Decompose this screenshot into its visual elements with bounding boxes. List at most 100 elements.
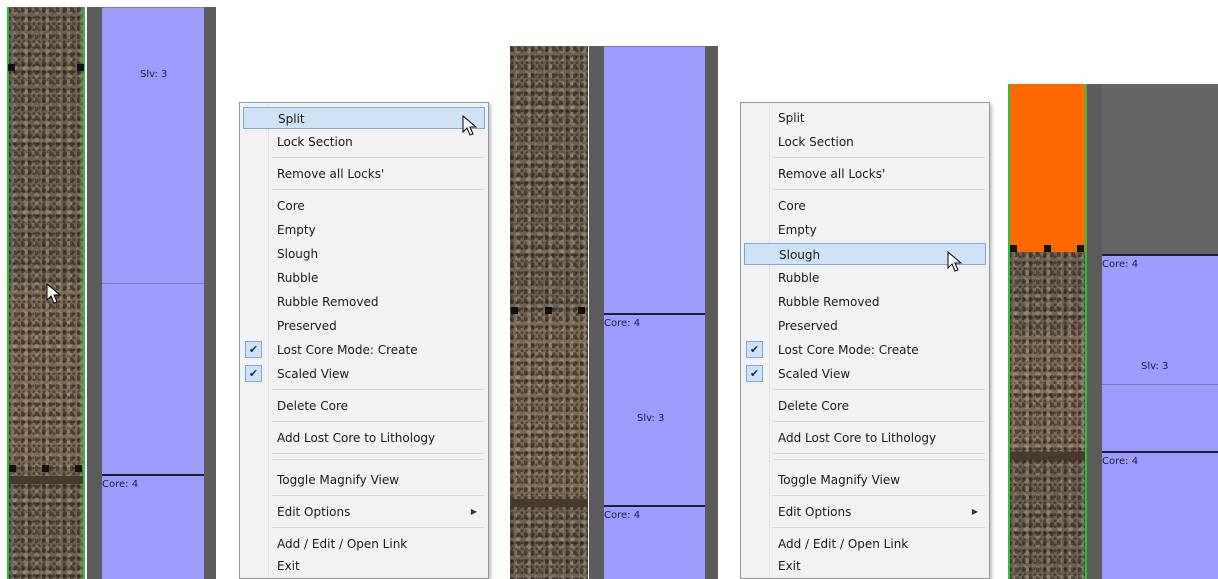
menu-item-edit-options[interactable]: Edit Options ▶	[243, 501, 485, 523]
menu-separator	[272, 189, 484, 190]
menu-item-delete-core[interactable]: Delete Core	[243, 395, 485, 417]
menu-item-label: Lock Section	[778, 135, 854, 149]
menu-item-exit[interactable]: Exit	[744, 555, 986, 577]
lock-marker	[8, 64, 15, 71]
menu-item-rubble[interactable]: Rubble	[243, 267, 485, 289]
menu-item-label: Rubble Removed	[778, 295, 880, 309]
menu-item-rubble-removed[interactable]: Rubble Removed	[744, 291, 986, 313]
menu-item-scaled-view[interactable]: ✔ Scaled View	[744, 363, 986, 385]
menu-item-label: Slough	[277, 247, 319, 261]
lock-marker	[545, 307, 552, 314]
lithology-block[interactable]: Core: 4 Slv: 3	[604, 313, 705, 506]
menu-separator	[773, 495, 985, 496]
lithology-block[interactable]	[604, 46, 705, 314]
menu-item-label: Empty	[778, 223, 817, 237]
menu-item-label: Core	[277, 199, 305, 213]
core-image-lower[interactable]	[510, 316, 588, 496]
menu-item-label: Toggle Magnify View	[277, 473, 400, 487]
menu-item-preserved[interactable]: Preserved	[243, 315, 485, 337]
menu-item-label: Add Lost Core to Lithology	[778, 431, 937, 445]
menu-item-preserved[interactable]: Preserved	[744, 315, 986, 337]
menu-item-empty[interactable]: Empty	[243, 219, 485, 241]
lock-marker	[1010, 245, 1017, 252]
menu-item-delete-core[interactable]: Delete Core	[744, 395, 986, 417]
menu-item-empty[interactable]: Empty	[744, 219, 986, 241]
block-label: Core: 4	[604, 318, 641, 329]
lock-marker	[77, 64, 84, 71]
menu-item-label: Slough	[779, 248, 821, 262]
menu-item-scaled-view[interactable]: ✔ Scaled View	[243, 363, 485, 385]
menu-item-label: Rubble	[778, 271, 820, 285]
check-icon: ✔	[746, 341, 763, 358]
menu-item-label: Add / Edit / Open Link	[778, 537, 909, 551]
core-gap-band	[510, 499, 588, 507]
column-divider	[1087, 84, 1102, 579]
menu-item-edit-options[interactable]: Edit Options ▶	[744, 501, 986, 523]
menu-separator	[773, 189, 985, 190]
menu-separator	[773, 459, 985, 460]
slough-section[interactable]	[1008, 84, 1087, 252]
block-label-sleeve: Slv: 3	[637, 413, 665, 424]
menu-item-lost-core-mode[interactable]: ✔ Lost Core Mode: Create	[243, 339, 485, 361]
menu-separator	[272, 389, 484, 390]
menu-item-toggle-magnify[interactable]: Toggle Magnify View	[243, 469, 485, 491]
menu-item-label: Add / Edit / Open Link	[277, 537, 408, 551]
menu-item-remove-all-locks[interactable]: Remove all Locks'	[744, 163, 986, 185]
menu-item-label: Lock Section	[277, 135, 353, 149]
lock-marker	[9, 465, 16, 472]
menu-item-lock-section[interactable]: Lock Section	[744, 131, 986, 153]
block-label: Core: 4	[1102, 456, 1139, 467]
menu-item-label: Delete Core	[778, 399, 850, 413]
menu-item-remove-all-locks[interactable]: Remove all Locks'	[243, 163, 485, 185]
lock-marker	[42, 465, 49, 472]
menu-item-label: Preserved	[277, 319, 337, 333]
menu-separator	[272, 157, 484, 158]
menu-separator	[773, 453, 985, 454]
lithology-block[interactable]: Core: 4	[102, 474, 204, 579]
lithology-block[interactable]: Core: 4	[1102, 451, 1218, 579]
lock-marker	[1044, 245, 1051, 252]
menu-item-label: Toggle Magnify View	[778, 473, 901, 487]
lithology-block[interactable]: Core: 4	[604, 505, 705, 579]
lock-marker	[1077, 245, 1084, 252]
menu-item-core[interactable]: Core	[744, 195, 986, 217]
menu-item-label: Exit	[277, 559, 300, 573]
block-label-sleeve: Slv: 3	[1141, 361, 1169, 372]
cursor-icon	[46, 283, 62, 304]
menu-item-core[interactable]: Core	[243, 195, 485, 217]
menu-item-link[interactable]: Add / Edit / Open Link	[243, 533, 485, 555]
check-icon: ✔	[746, 365, 763, 382]
block-label: Core: 4	[102, 479, 139, 490]
menu-item-slough[interactable]: Slough	[243, 243, 485, 265]
lithology-block[interactable]	[102, 283, 204, 476]
menu-item-label: Remove all Locks'	[778, 167, 886, 181]
menu-item-label: Scaled View	[778, 367, 851, 381]
menu-separator	[272, 453, 484, 454]
menu-item-label: Lost Core Mode: Create	[277, 343, 418, 357]
menu-item-label: Preserved	[778, 319, 838, 333]
core-image-lower[interactable]	[1008, 330, 1087, 450]
menu-item-toggle-magnify[interactable]: Toggle Magnify View	[744, 469, 986, 491]
menu-item-lock-section[interactable]: Lock Section	[243, 131, 485, 153]
menu-item-add-lost-core[interactable]: Add Lost Core to Lithology	[744, 427, 986, 449]
menu-item-link[interactable]: Add / Edit / Open Link	[744, 533, 986, 555]
lithology-block[interactable]: Slv: 3	[102, 7, 204, 284]
menu-item-rubble-removed[interactable]: Rubble Removed	[243, 291, 485, 313]
menu-item-label: Edit Options	[778, 505, 852, 519]
grid-line	[1102, 384, 1218, 385]
menu-separator	[272, 527, 484, 528]
core-gap-band	[7, 476, 85, 484]
core-gap-band	[1008, 452, 1087, 460]
menu-item-split[interactable]: Split	[243, 107, 485, 129]
menu-item-add-lost-core[interactable]: Add Lost Core to Lithology	[243, 427, 485, 449]
menu-separator	[272, 495, 484, 496]
menu-item-label: Remove all Locks'	[277, 167, 385, 181]
core-image-lower[interactable]	[7, 285, 85, 467]
menu-item-label: Split	[778, 111, 805, 125]
menu-item-split[interactable]: Split	[744, 107, 986, 129]
menu-item-lost-core-mode[interactable]: ✔ Lost Core Mode: Create	[744, 339, 986, 361]
menu-item-label: Edit Options	[277, 505, 351, 519]
lithology-block[interactable]: Core: 4 Slv: 3	[1102, 254, 1218, 452]
cursor-icon	[947, 251, 963, 272]
menu-item-exit[interactable]: Exit	[243, 555, 485, 577]
